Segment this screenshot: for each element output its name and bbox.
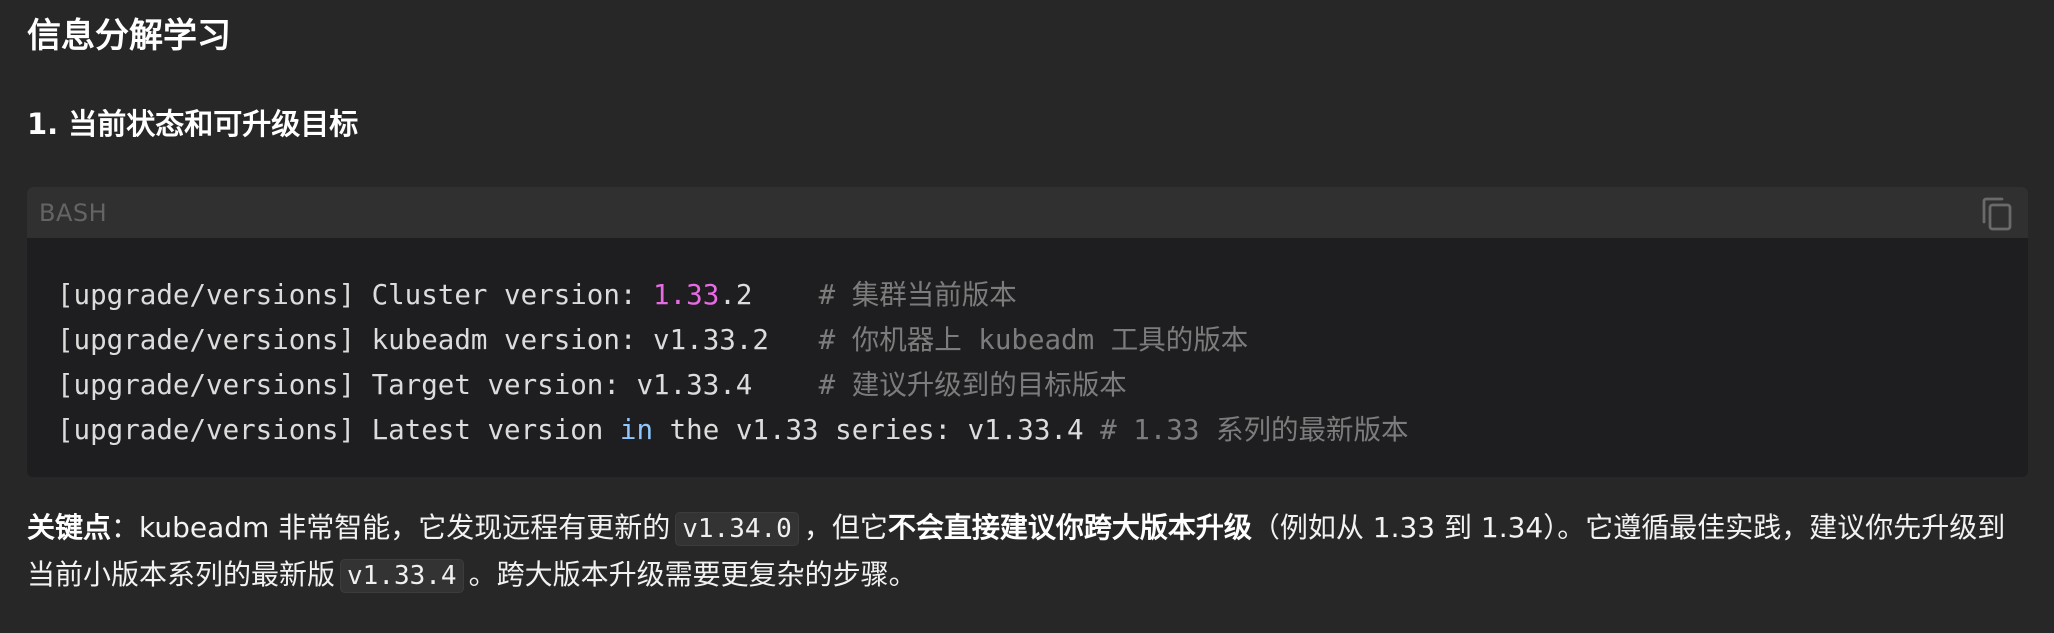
code-comment: # 建议升级到的目标版本	[818, 369, 1127, 401]
paragraph-text: ，但它	[803, 511, 888, 544]
code-keyword: in	[619, 414, 654, 446]
code-block-header: BASH	[27, 187, 2028, 238]
code-line: [upgrade/versions] Latest version in the…	[57, 408, 1408, 453]
inline-code: v1.34.0	[675, 512, 799, 546]
code-text: .2	[719, 279, 819, 311]
code-text: [upgrade/versions] Target version: v1.33…	[57, 369, 819, 401]
paragraph-text: kubeadm 非常智能，它发现远程有更新的	[139, 511, 671, 544]
key-point-label: 关键点	[27, 511, 112, 544]
paragraph-text: ：	[111, 511, 140, 544]
inline-code: v1.33.4	[340, 559, 464, 593]
article-title: 信息分解学习	[27, 16, 231, 56]
code-line: [upgrade/versions] Cluster version: 1.33…	[57, 273, 1408, 318]
code-comment: # 1.33 系列的最新版本	[1100, 414, 1409, 446]
code-text: the v1.33 series: v1.33.4	[653, 414, 1101, 446]
code-content: [upgrade/versions] Cluster version: 1.33…	[57, 273, 1408, 453]
code-block: BASH [upgrade/versions] Cluster version:…	[27, 187, 2028, 477]
explanation-paragraph: 关键点：kubeadm 非常智能，它发现远程有更新的 v1.34.0 ，但它不会直接…	[27, 505, 2028, 599]
code-text: [upgrade/versions] Cluster version:	[57, 279, 654, 311]
code-comment: # 你机器上 kubeadm 工具的版本	[818, 324, 1249, 356]
paragraph-text: 。跨大版本升级需要更复杂的步骤。	[468, 558, 917, 591]
code-number: 1.33	[653, 279, 720, 311]
bold-text: 不会直接建议你跨大版本升级	[887, 511, 1252, 544]
code-language-label: BASH	[39, 199, 108, 227]
copy-icon-glyph	[1982, 197, 2012, 231]
code-text: [upgrade/versions] Latest version	[57, 414, 620, 446]
code-comment: # 集群当前版本	[818, 279, 1017, 311]
code-line: [upgrade/versions] kubeadm version: v1.3…	[57, 318, 1408, 363]
section-heading: 1. 当前状态和可升级目标	[27, 107, 359, 141]
code-line: [upgrade/versions] Target version: v1.33…	[57, 363, 1408, 408]
code-text: [upgrade/versions] kubeadm version: v1.3…	[57, 324, 819, 356]
copy-icon[interactable]	[1980, 196, 2014, 232]
